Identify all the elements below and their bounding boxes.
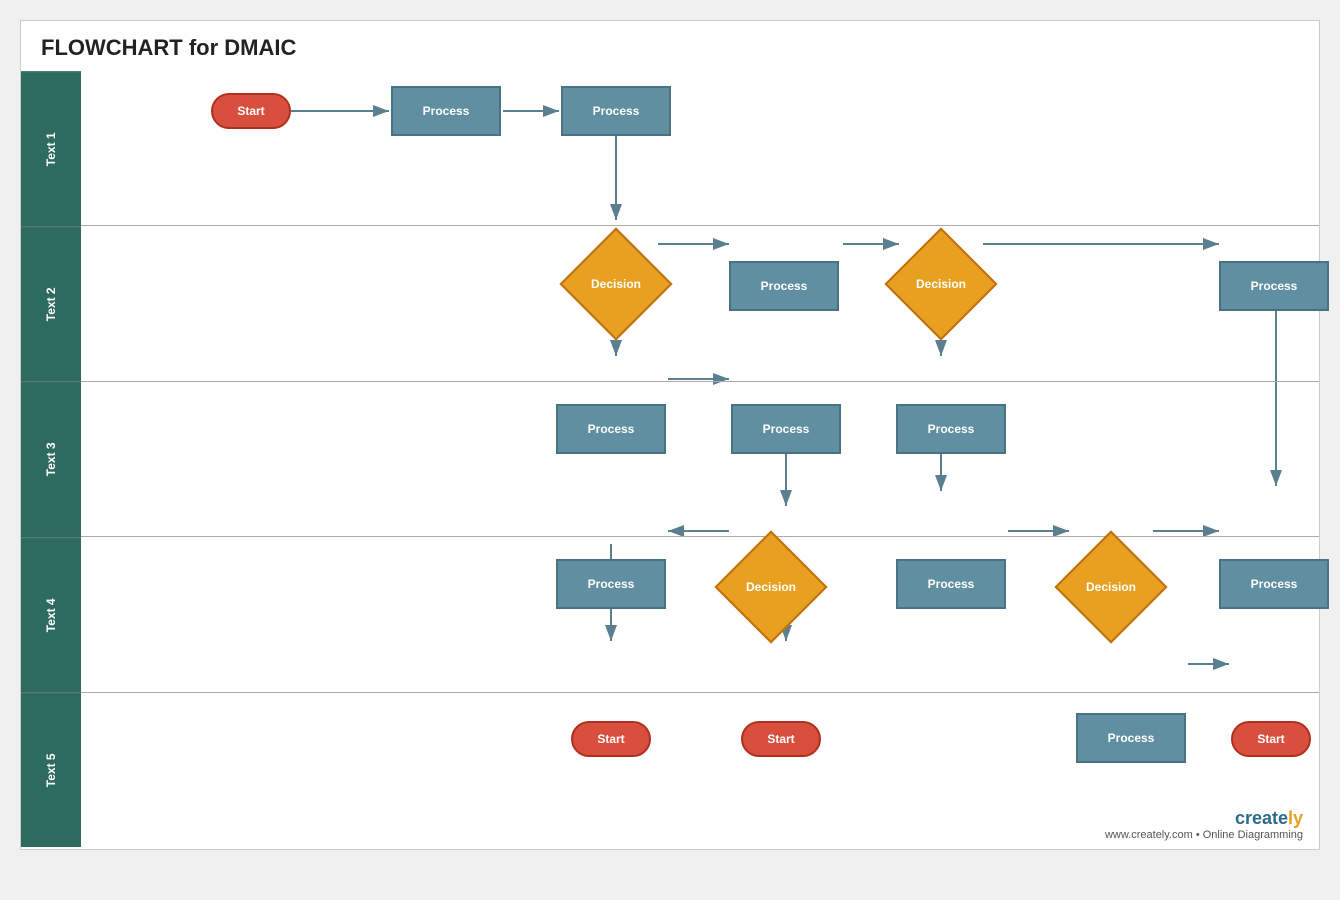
process-node-1[interactable]: Process (391, 86, 501, 136)
process-node-2[interactable]: Process (561, 86, 671, 136)
decision-node-3[interactable]: Decision (714, 531, 827, 644)
swim-label-3: Text 3 (21, 381, 81, 536)
process-node-4[interactable]: Process (1219, 261, 1329, 311)
swim-lanes: Start Process Process Decision Process (81, 71, 1319, 847)
swim-label-5: Text 5 (21, 692, 81, 847)
process-node-9[interactable]: Process (896, 559, 1006, 609)
creately-brand: creately (1105, 808, 1303, 829)
swim-lane-3: Process Process Process (81, 382, 1319, 537)
process-node-11[interactable]: Process (1076, 713, 1186, 763)
swim-lane-2: Decision Process Decision Process (81, 226, 1319, 381)
start-node-1[interactable]: Start (211, 93, 291, 129)
swim-label-1: Text 1 (21, 71, 81, 226)
process-node-8[interactable]: Process (556, 559, 666, 609)
process-node-7[interactable]: Process (896, 404, 1006, 454)
process-node-6[interactable]: Process (731, 404, 841, 454)
swim-label-2: Text 2 (21, 226, 81, 381)
page: FLOWCHART for DMAIC Text 1 Text 2 Text 3… (20, 20, 1320, 850)
start-node-4[interactable]: Start (1231, 721, 1311, 757)
start-node-3[interactable]: Start (741, 721, 821, 757)
creately-site: www.creately.com • Online Diagramming (1105, 829, 1303, 841)
decision-node-2[interactable]: Decision (884, 228, 997, 341)
swim-lane-4: Process Decision Process Decision Proces… (81, 537, 1319, 692)
process-node-5[interactable]: Process (556, 404, 666, 454)
creately-footer: creately www.creately.com • Online Diagr… (1105, 808, 1303, 841)
process-node-3[interactable]: Process (729, 261, 839, 311)
process-node-10[interactable]: Process (1219, 559, 1329, 609)
decision-node-4[interactable]: Decision (1054, 531, 1167, 644)
start-node-2[interactable]: Start (571, 721, 651, 757)
swim-label-4: Text 4 (21, 537, 81, 692)
diagram-area: Text 1 Text 2 Text 3 Text 4 Text 5 (21, 71, 1319, 847)
swim-lane-1: Start Process Process (81, 71, 1319, 226)
decision-node-1[interactable]: Decision (559, 228, 672, 341)
swim-labels: Text 1 Text 2 Text 3 Text 4 Text 5 (21, 71, 81, 847)
page-title: FLOWCHART for DMAIC (21, 21, 1319, 71)
